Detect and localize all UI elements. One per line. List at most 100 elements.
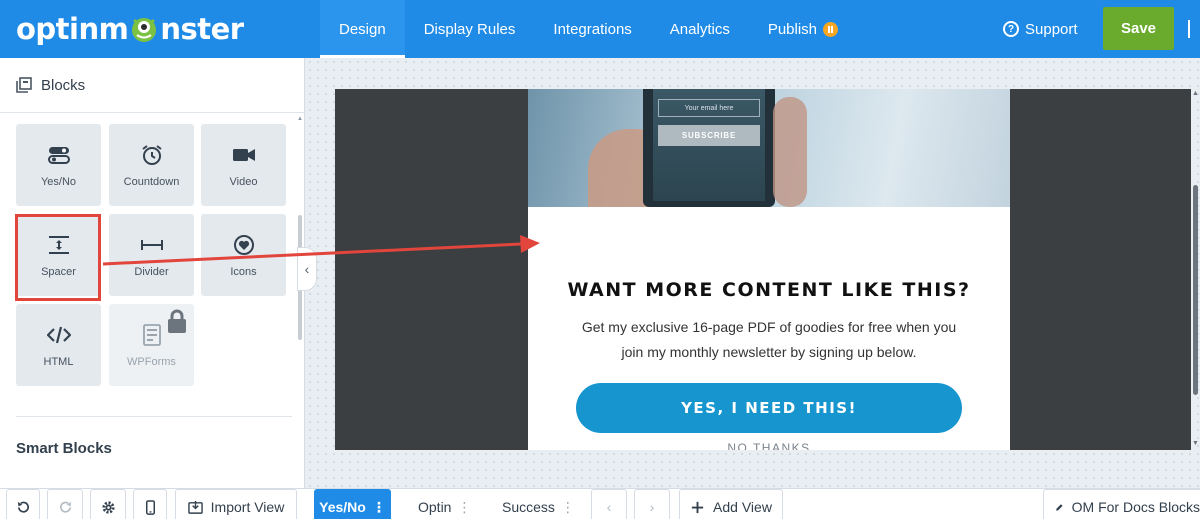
code-icon bbox=[46, 326, 71, 343]
phone-email-field: Your email here bbox=[658, 99, 760, 117]
block-label: Icons bbox=[230, 265, 257, 278]
block-divider[interactable]: Divider bbox=[109, 214, 194, 296]
logo-text-end: nster bbox=[160, 12, 244, 46]
yes-no-icon bbox=[47, 146, 70, 164]
chevron-left-icon: ‹ bbox=[304, 261, 310, 277]
undo-button[interactable] bbox=[6, 489, 40, 519]
video-camera-icon bbox=[232, 148, 255, 161]
kebab-menu-icon[interactable]: ⋮ bbox=[372, 500, 386, 514]
monster-mascot-icon bbox=[132, 18, 157, 42]
blocks-panel-header: Blocks bbox=[0, 58, 305, 113]
nav-tab-label: Design bbox=[339, 20, 386, 38]
phone-screen: Your email here SUBSCRIBE bbox=[653, 89, 765, 201]
nav-tab-label: Publish bbox=[767, 20, 818, 38]
form-icon bbox=[142, 323, 161, 346]
bottom-toolbar: Import View Yes/No ⋮ Optin ⋮ Success ⋮ ‹… bbox=[0, 488, 1200, 519]
phone-image: Your email here SUBSCRIBE bbox=[643, 89, 775, 207]
import-view-label: Import View bbox=[210, 499, 285, 515]
kebab-menu-icon[interactable]: ⋮ bbox=[457, 500, 471, 514]
nav-tab-publish[interactable]: Publish bbox=[749, 0, 857, 58]
support-label: Support bbox=[1025, 20, 1078, 38]
pause-status-icon bbox=[823, 21, 839, 37]
add-view-button[interactable]: Add View bbox=[679, 489, 783, 519]
view-tab-optin[interactable]: Optin ⋮ bbox=[418, 489, 471, 519]
redo-button[interactable] bbox=[47, 489, 83, 519]
main-nav: Design Display Rules Integrations Analyt… bbox=[320, 0, 857, 58]
nav-tab-label: Display Rules bbox=[423, 20, 516, 38]
no-thanks-link[interactable]: NO THANKS bbox=[528, 441, 1010, 450]
gear-icon bbox=[101, 500, 115, 514]
lock-icon bbox=[168, 309, 186, 333]
canvas-scroll-down-icon[interactable]: ▼ bbox=[1192, 440, 1199, 447]
nav-tab-design[interactable]: Design bbox=[320, 0, 405, 58]
popup-hero-image[interactable]: Your email here SUBSCRIBE bbox=[528, 89, 1010, 207]
nav-tab-label: Analytics bbox=[669, 20, 730, 38]
kebab-menu-icon[interactable]: ⋮ bbox=[561, 500, 575, 514]
blocks-sidebar: Blocks Yes/No Countdown Video Spacer Div… bbox=[0, 58, 305, 488]
pencil-icon bbox=[1056, 503, 1063, 511]
divider-icon bbox=[140, 239, 163, 250]
popup-body-line: Get my exclusive 16-page PDF of goodies … bbox=[581, 319, 957, 335]
canvas-scrollbar[interactable] bbox=[1193, 185, 1198, 395]
block-wpforms[interactable]: WPForms bbox=[109, 304, 194, 386]
spacer-highlight-box bbox=[15, 214, 101, 301]
yes-cta-button[interactable]: YES, I NEED THIS! bbox=[576, 383, 962, 433]
block-countdown[interactable]: Countdown bbox=[109, 124, 194, 206]
thumb-shape bbox=[773, 97, 807, 207]
undo-icon bbox=[17, 501, 29, 513]
block-icons[interactable]: Icons bbox=[201, 214, 286, 296]
top-nav-bar: optinm nster Design Display Rules Integr… bbox=[0, 0, 1200, 58]
view-tab-label: Optin bbox=[418, 499, 452, 515]
topbar-edge-divider bbox=[1188, 20, 1192, 38]
support-link[interactable]: ? Support bbox=[1003, 0, 1078, 58]
optinmonster-logo[interactable]: optinm nster bbox=[16, 10, 244, 48]
view-tab-label: Yes/No bbox=[319, 499, 366, 515]
chevron-right-icon: › bbox=[649, 499, 655, 515]
mobile-preview-button[interactable] bbox=[133, 489, 167, 519]
prev-view-button[interactable]: ‹ bbox=[591, 489, 627, 519]
question-circle-icon: ? bbox=[1003, 21, 1019, 37]
popup-body-line: join my monthly newsletter by signing up… bbox=[621, 344, 917, 360]
sidebar-scroll-up-icon[interactable]: ▲ bbox=[297, 116, 303, 122]
campaign-name-button[interactable]: OM For Docs Blocks bbox=[1043, 489, 1200, 519]
popup-body-text[interactable]: Get my exclusive 16-page PDF of goodies … bbox=[568, 315, 970, 365]
view-tab-yes-no[interactable]: Yes/No ⋮ bbox=[314, 489, 391, 519]
import-view-button[interactable]: Import View bbox=[175, 489, 297, 519]
nav-tab-label: Integrations bbox=[553, 20, 632, 38]
campaign-name-label: OM For Docs Blocks bbox=[1071, 499, 1200, 515]
smart-blocks-heading: Smart Blocks bbox=[16, 440, 112, 457]
save-button[interactable]: Save bbox=[1103, 7, 1174, 50]
settings-button[interactable] bbox=[90, 489, 126, 519]
section-divider bbox=[16, 416, 292, 417]
nav-tab-analytics[interactable]: Analytics bbox=[651, 0, 749, 58]
popup-headline[interactable]: WANT MORE CONTENT LIKE THIS? bbox=[528, 279, 1010, 301]
nav-tab-integrations[interactable]: Integrations bbox=[534, 0, 650, 58]
plus-icon bbox=[691, 501, 704, 513]
phone-subscribe-button: SUBSCRIBE bbox=[658, 125, 760, 146]
view-tab-label: Success bbox=[502, 499, 555, 515]
campaign-popup[interactable]: Your email here SUBSCRIBE WANT MORE CONT… bbox=[528, 89, 1010, 450]
block-yes-no[interactable]: Yes/No bbox=[16, 124, 101, 206]
mobile-phone-icon bbox=[145, 499, 155, 515]
heart-circle-icon bbox=[233, 234, 254, 255]
alarm-clock-icon bbox=[141, 144, 162, 165]
chevron-left-icon: ‹ bbox=[606, 499, 612, 515]
logo-text-start: optinm bbox=[16, 12, 129, 46]
blocks-stack-icon bbox=[16, 77, 32, 93]
canvas-scroll-up-icon[interactable]: ▲ bbox=[1192, 90, 1199, 97]
collapse-sidebar-button[interactable]: ‹ bbox=[297, 247, 317, 291]
next-view-button[interactable]: › bbox=[634, 489, 670, 519]
block-video[interactable]: Video bbox=[201, 124, 286, 206]
nav-tab-display-rules[interactable]: Display Rules bbox=[405, 0, 535, 58]
block-label: Video bbox=[229, 175, 258, 188]
block-label: Countdown bbox=[123, 175, 180, 188]
block-label: Yes/No bbox=[40, 175, 77, 188]
add-view-label: Add View bbox=[713, 499, 772, 515]
block-label: Divider bbox=[134, 265, 169, 278]
import-icon bbox=[187, 500, 203, 514]
redo-icon bbox=[59, 501, 71, 513]
view-tab-success[interactable]: Success ⋮ bbox=[502, 489, 575, 519]
block-html[interactable]: HTML bbox=[16, 304, 101, 386]
block-label: WPForms bbox=[127, 355, 176, 368]
block-label: HTML bbox=[43, 355, 74, 368]
